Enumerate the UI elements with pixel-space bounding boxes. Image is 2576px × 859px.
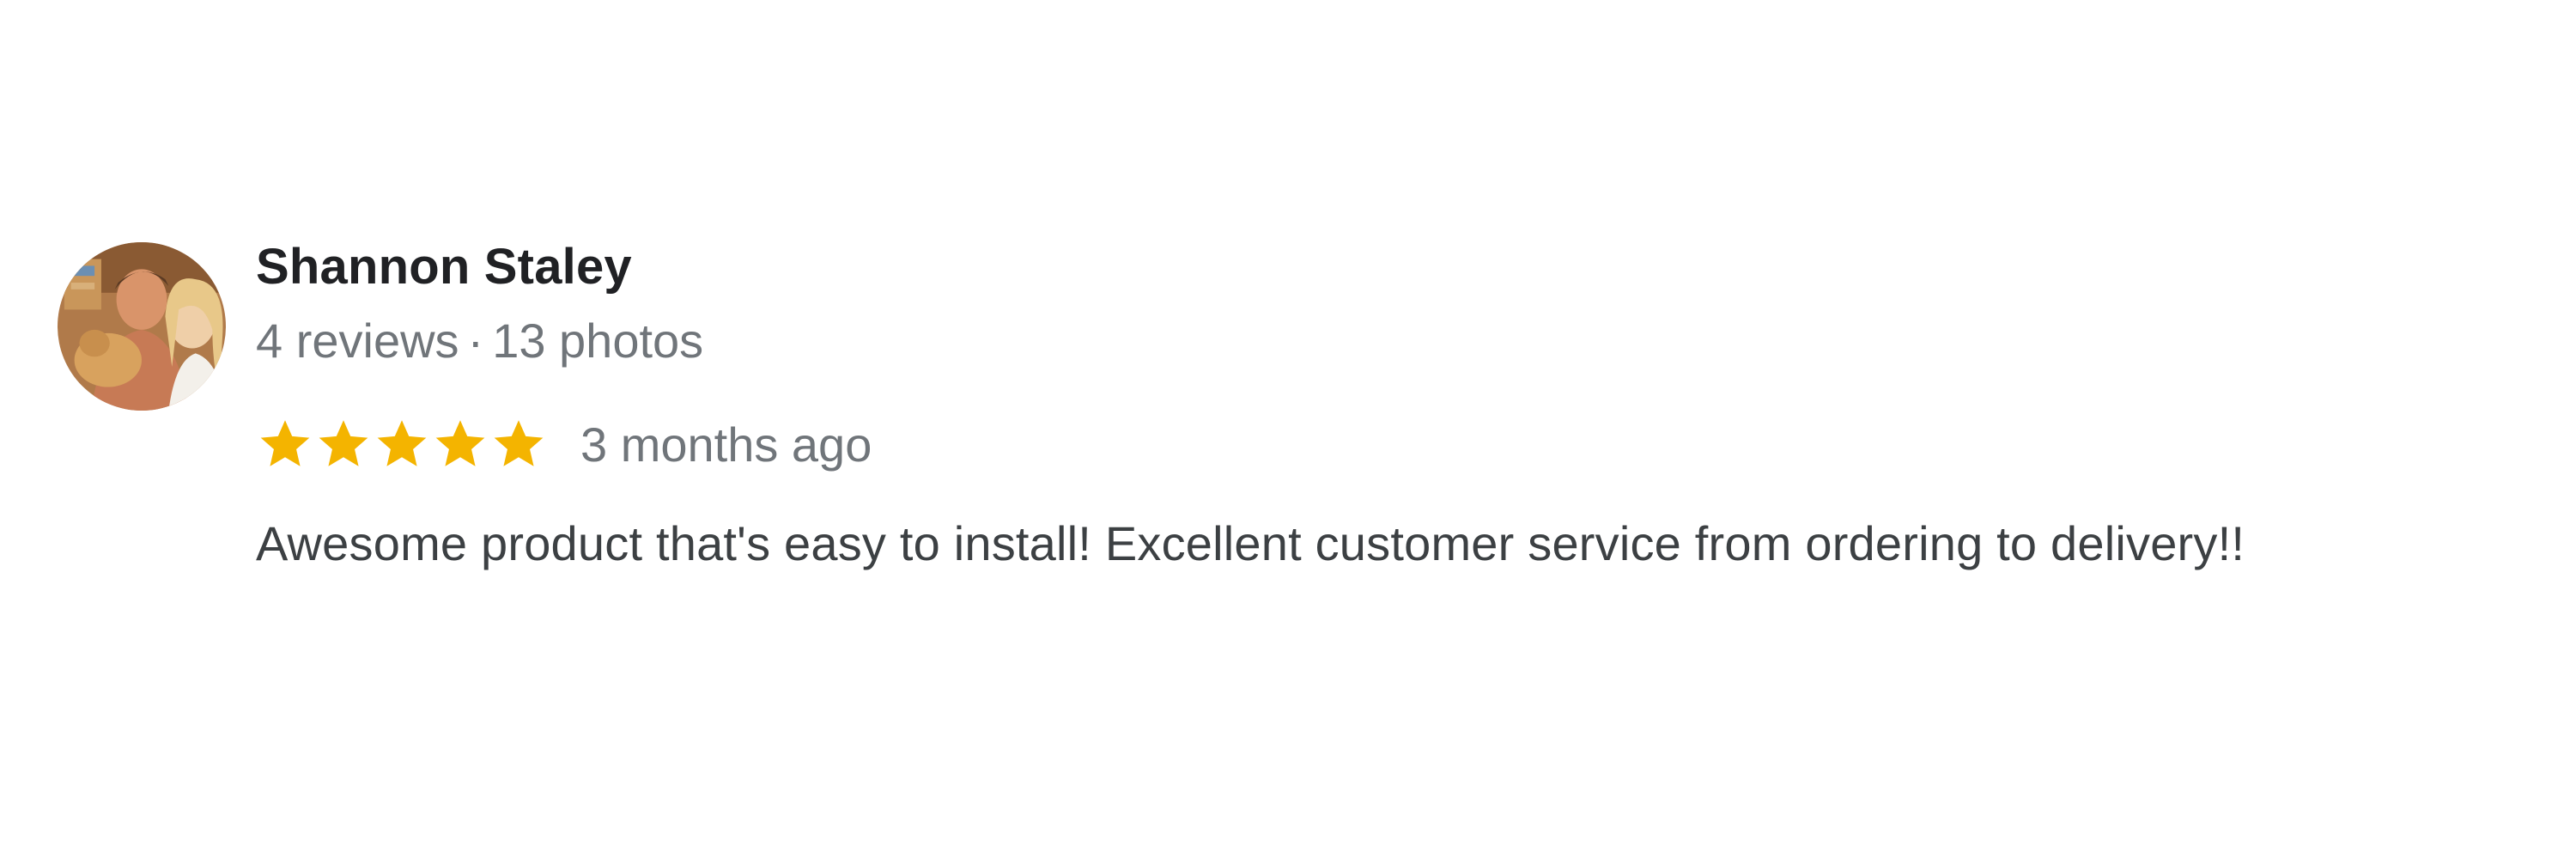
star-icon	[319, 420, 368, 466]
reviews-count: 4 reviews	[256, 314, 459, 368]
avatar[interactable]	[58, 242, 226, 411]
star-icon	[260, 420, 310, 466]
review-text: Awesome product that's easy to install! …	[256, 516, 2245, 570]
star-icon	[377, 420, 427, 466]
rating-row: 3 months ago	[256, 414, 872, 474]
star-rating	[256, 415, 548, 473]
review-card: Shannon Staley 4 reviews · 13 photos 3 mon…	[0, 0, 2576, 859]
star-icon	[435, 420, 485, 466]
review-date: 3 months ago	[580, 417, 872, 472]
photos-count: 13 photos	[492, 314, 704, 368]
meta-separator: ·	[467, 314, 484, 368]
author-name[interactable]: Shannon Staley	[256, 238, 632, 295]
user-photo-avatar-icon	[58, 242, 226, 411]
star-icon	[494, 420, 544, 466]
author-meta: 4 reviews · 13 photos	[256, 313, 703, 369]
